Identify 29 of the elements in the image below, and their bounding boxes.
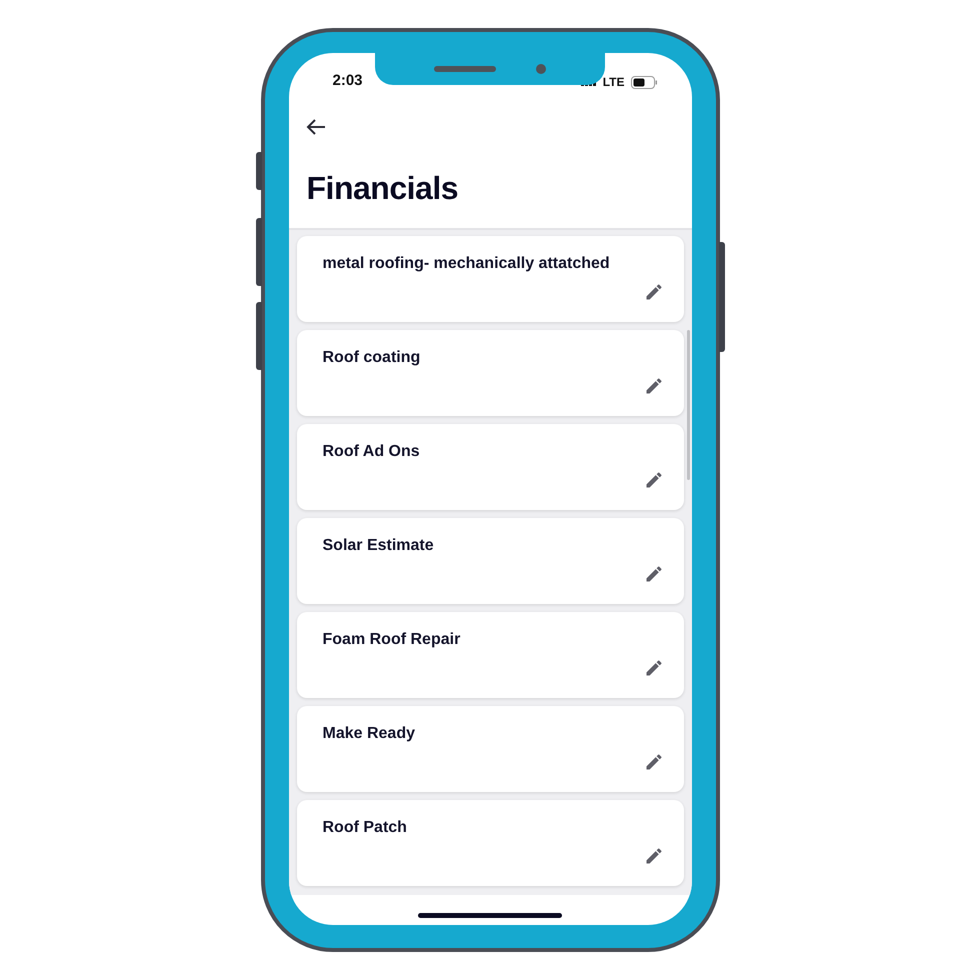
pencil-icon[interactable] — [644, 846, 664, 866]
list-card[interactable]: Make Ready — [296, 706, 684, 792]
side-button[interactable] — [256, 218, 262, 286]
side-button[interactable] — [256, 152, 262, 190]
item-name: Roof Patch — [322, 819, 407, 836]
list-card[interactable]: metal roofing- mechanically attatched — [296, 236, 684, 322]
back-arrow-icon[interactable] — [304, 118, 326, 136]
item-name: Roof Ad Ons — [322, 443, 420, 460]
item-name: Solar Estimate — [322, 537, 434, 554]
list-card[interactable]: Roof Ad Ons — [296, 424, 684, 510]
item-name: metal roofing- mechanically attatched — [322, 255, 610, 272]
pencil-icon[interactable] — [644, 564, 664, 584]
list-card[interactable]: Roof Patch — [296, 800, 684, 886]
scrollbar[interactable] — [686, 330, 690, 480]
pencil-icon[interactable] — [644, 470, 664, 490]
item-name: Foam Roof Repair — [322, 631, 460, 648]
item-name: Roof coating — [322, 349, 420, 366]
list-card[interactable]: Foam Roof Repair — [296, 612, 684, 698]
pencil-icon[interactable] — [644, 752, 664, 772]
side-button[interactable] — [256, 302, 262, 370]
item-name: Make Ready — [322, 725, 415, 742]
list-card[interactable]: Roof coating — [296, 330, 684, 416]
pencil-icon[interactable] — [644, 376, 664, 396]
network-label: LTE — [602, 75, 624, 89]
list-card[interactable]: Solar Estimate — [296, 518, 684, 604]
pencil-icon[interactable] — [644, 282, 664, 302]
pencil-icon[interactable] — [644, 658, 664, 678]
status-time: 2:03 — [332, 72, 363, 89]
battery-icon — [630, 76, 658, 88]
